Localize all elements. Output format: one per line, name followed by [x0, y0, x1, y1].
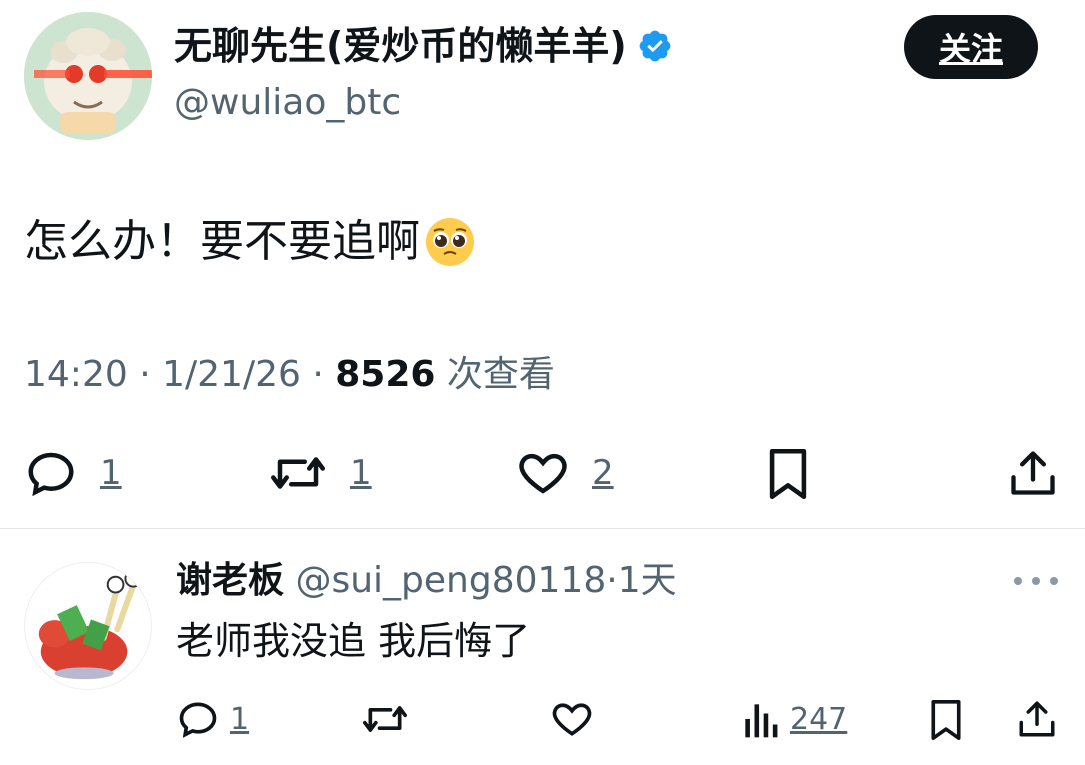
author-avatar[interactable] [24, 12, 152, 140]
reply-header: 谢老板 @sui_peng80118·1天 [176, 557, 677, 605]
reply-time[interactable]: 1天 [618, 560, 677, 601]
follow-button[interactable]: 关注 [904, 15, 1038, 79]
reply-retweet-button[interactable] [360, 697, 410, 741]
author-handle[interactable]: @wuliao_btc [174, 80, 401, 126]
lazy-goat-avatar-icon [24, 12, 152, 140]
reply-reply-button[interactable]: 1 [176, 697, 249, 741]
crab-avatar-icon [25, 563, 151, 689]
reply-like-button[interactable] [550, 697, 594, 741]
reply-author-avatar[interactable] [24, 562, 152, 690]
reply-author-name[interactable]: 谢老板 [176, 560, 284, 601]
tweet-text-content: 怎么办！要不要追啊 [24, 216, 420, 267]
reply-count: 1 [100, 453, 122, 493]
share-button[interactable] [1007, 446, 1059, 500]
more-dot [1032, 577, 1040, 585]
reply-bubble-icon [179, 702, 217, 738]
bookmark-button[interactable] [763, 446, 813, 502]
reply-bubble-icon [28, 452, 74, 497]
reply-button[interactable]: 1 [24, 446, 122, 500]
reply-author-handle[interactable]: @sui_peng80118 [295, 560, 606, 601]
more-dot [1014, 577, 1022, 585]
reply-text: 老师我没追 我后悔了 [176, 619, 531, 663]
tweet-time[interactable]: 14:20 [24, 354, 128, 395]
view-count: 8526 [335, 354, 436, 395]
reply-share-button[interactable] [1016, 697, 1058, 741]
like-count: 2 [592, 453, 614, 493]
views-label: 次查看 [446, 354, 555, 395]
author-name-text[interactable]: 无聊先生(爱炒币的懒羊羊) [174, 20, 627, 72]
share-icon [1019, 701, 1055, 737]
verified-badge-icon [639, 30, 671, 62]
reply-meta-sep: · [606, 560, 618, 601]
analytics-bars-icon [745, 704, 778, 738]
tweet-date[interactable]: 1/21/26 [162, 354, 301, 395]
retweet-button[interactable]: 1 [268, 446, 372, 500]
reply-views-button[interactable]: 247 [740, 697, 847, 741]
retweet-icon [271, 457, 325, 489]
reply-reply-count: 1 [230, 701, 250, 737]
tweet-text: 怎么办！要不要追啊 [24, 214, 476, 270]
share-icon [1011, 451, 1055, 495]
meta-sep: · [139, 354, 151, 395]
divider [0, 528, 1085, 529]
heart-icon [519, 453, 567, 494]
more-dot [1050, 577, 1058, 585]
retweet-count: 1 [350, 453, 372, 493]
more-options-icon[interactable] [1014, 574, 1058, 588]
reply-view-count: 247 [790, 701, 848, 737]
meta-sep: · [312, 354, 324, 395]
bookmark-icon [931, 699, 961, 740]
reply-bookmark-button[interactable] [926, 697, 966, 743]
pleading-face-emoji-icon [426, 218, 474, 266]
tweet-meta: 14:20 · 1/21/26 · 8526 次查看 [24, 352, 555, 398]
bookmark-icon [769, 449, 807, 499]
heart-icon [552, 703, 592, 736]
like-button[interactable]: 2 [516, 446, 614, 500]
author-display-name[interactable]: 无聊先生(爱炒币的懒羊羊) [174, 20, 673, 72]
retweet-icon [363, 706, 407, 732]
